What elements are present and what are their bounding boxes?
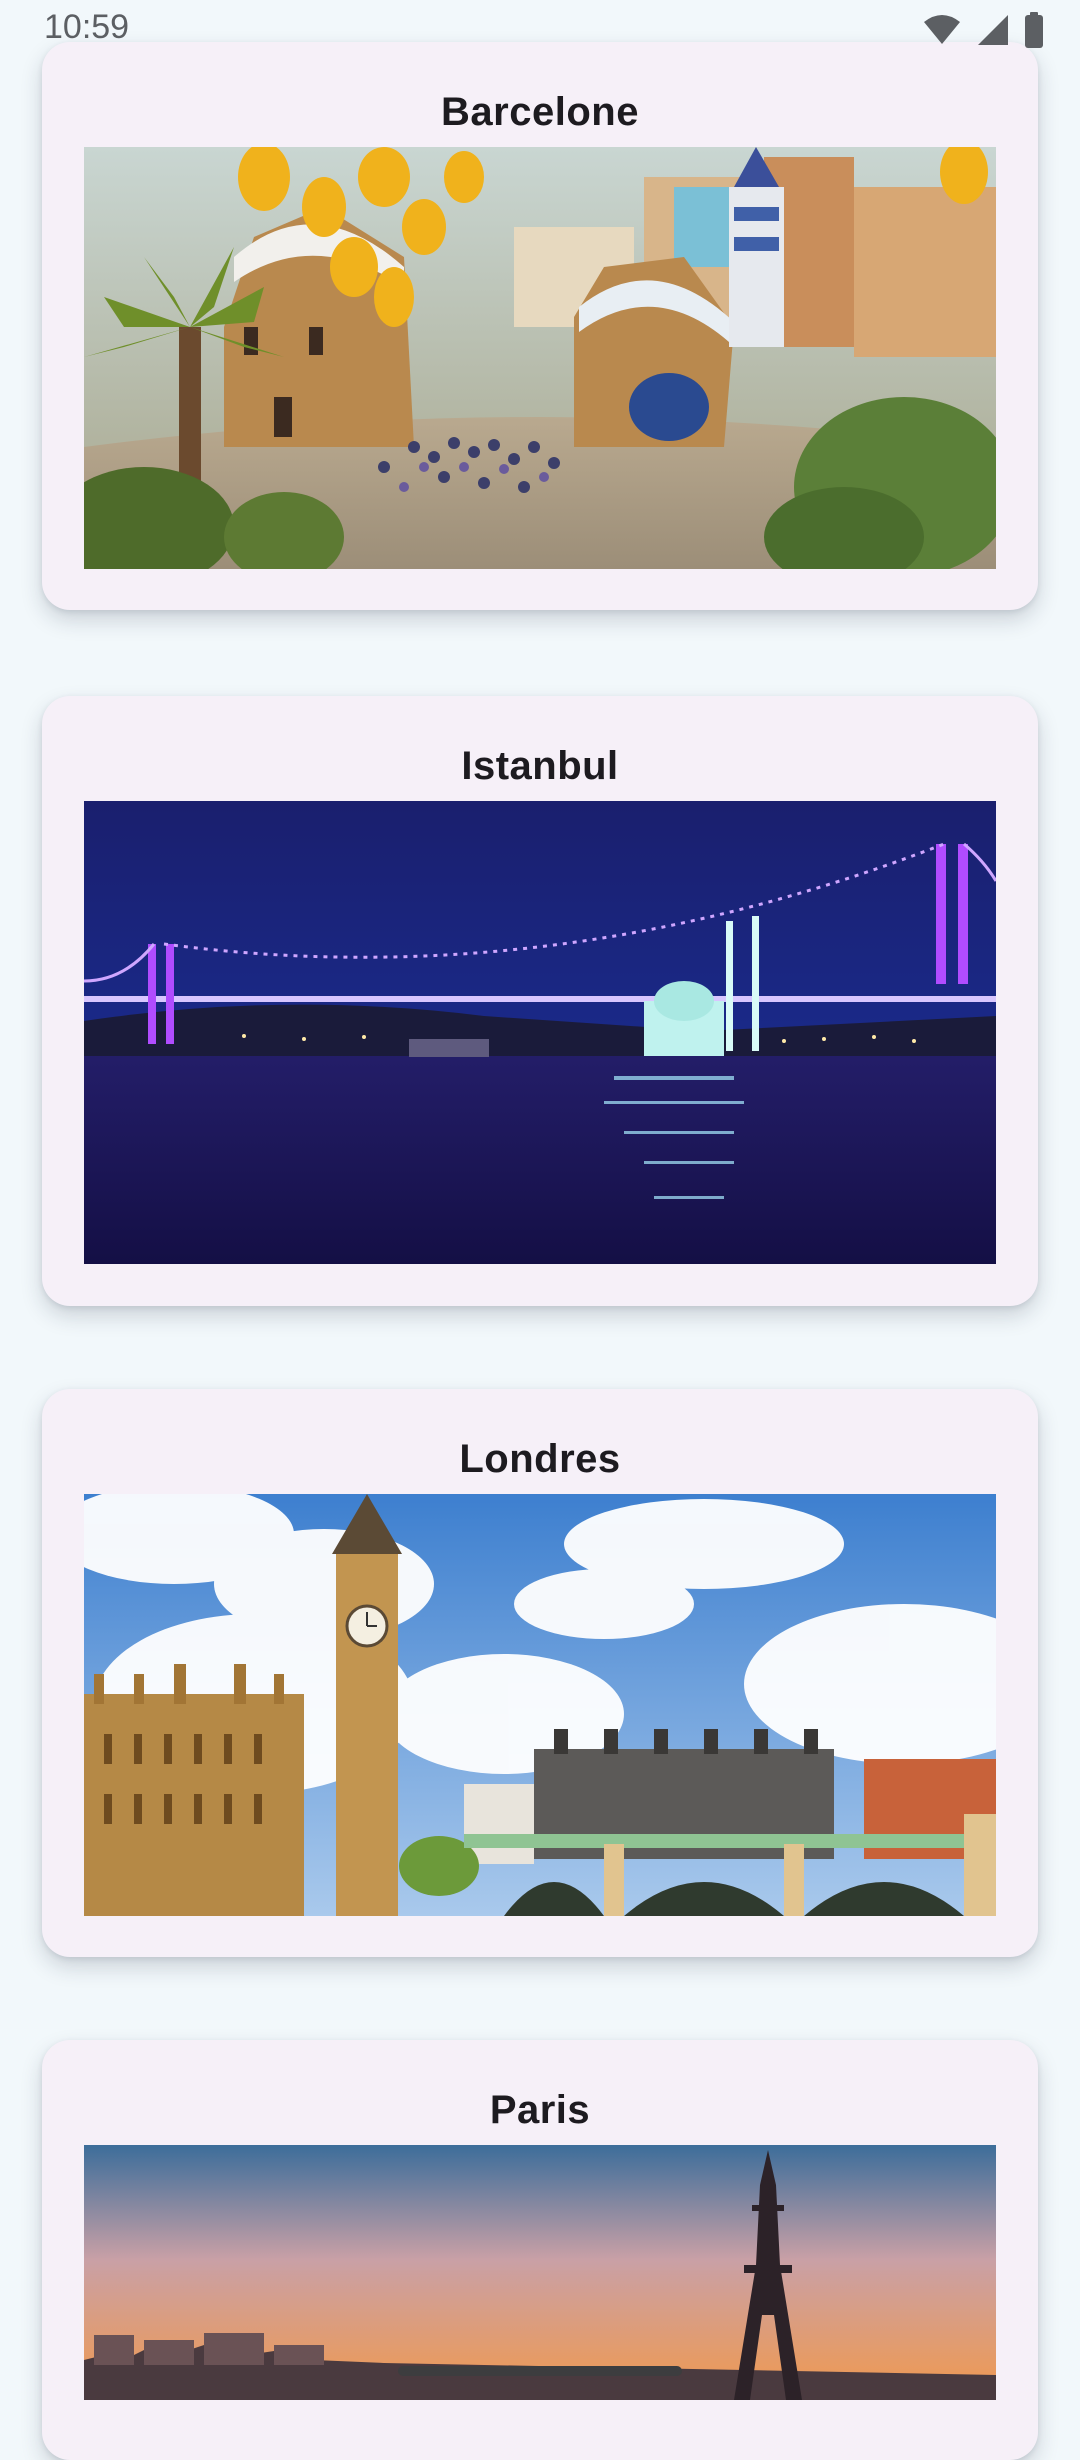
paris-eiffel-tower-sunset-photo [84,2145,996,2400]
barcelona-park-guell-photo [84,147,996,569]
cellular-signal-icon [978,15,1008,45]
status-bar: 10:59 [0,0,1080,60]
card-title: Barcelone [441,90,639,134]
destination-card-londres[interactable]: Londres [42,1389,1038,1957]
status-icons [922,12,1044,48]
istanbul-bosphorus-bridge-night-photo [84,801,996,1264]
destination-card-barcelone[interactable]: Barcelone [42,42,1038,610]
destination-card-paris[interactable]: Paris [42,2040,1038,2460]
card-title: Londres [459,1437,621,1481]
london-big-ben-westminster-photo [84,1494,996,1916]
wifi-icon [924,15,960,44]
battery-icon [1025,12,1043,48]
gesture-nav-handle[interactable] [398,2366,682,2376]
status-time: 10:59 [44,8,130,46]
destination-card-istanbul[interactable]: Istanbul [42,696,1038,1306]
card-title: Paris [489,2088,591,2132]
card-title: Istanbul [461,744,619,788]
